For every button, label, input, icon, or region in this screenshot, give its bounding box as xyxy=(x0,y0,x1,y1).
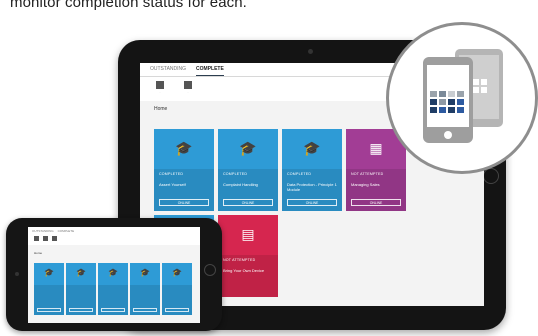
document-icon: ▤ xyxy=(241,226,255,242)
card-title: Bring Your Own Device xyxy=(223,268,265,273)
phone-screen: OUTSTANDING COMPLETE Home 🎓 🎓 🎓 🎓 🎓 xyxy=(28,227,200,323)
phone-toolbar xyxy=(28,235,200,245)
online-button[interactable] xyxy=(69,308,93,312)
course-card[interactable]: 🎓 xyxy=(66,263,96,315)
phone-course-row: 🎓 🎓 🎓 🎓 🎓 xyxy=(34,263,192,315)
course-card[interactable]: 🎓 COMPLETED Data Protection - Principle … xyxy=(282,129,342,211)
tab-outstanding[interactable]: OUTSTANDING xyxy=(150,66,186,76)
online-button[interactable]: ONLINE xyxy=(223,199,273,206)
online-button[interactable] xyxy=(101,308,125,312)
card-status: NOT ATTEMPTED xyxy=(351,172,384,176)
calendar-icon: ▦ xyxy=(369,140,383,156)
card-status: COMPLETED xyxy=(223,172,248,176)
course-card[interactable]: 🎓 xyxy=(162,263,192,315)
online-button[interactable]: ONLINE xyxy=(159,199,209,206)
graduation-cap-icon: 🎓 xyxy=(175,140,193,156)
devices-icon xyxy=(423,49,503,143)
course-card[interactable]: 🎓 COMPLETED Complaint Handling ONLINE xyxy=(218,129,278,211)
phone-breadcrumb: Home xyxy=(34,251,43,255)
graduation-cap-icon: 🎓 xyxy=(140,268,150,277)
graduation-cap-icon: 🎓 xyxy=(239,140,257,156)
graduation-cap-icon: 🎓 xyxy=(76,268,86,277)
toolbar-button[interactable] xyxy=(34,236,39,241)
multi-device-icon xyxy=(386,22,538,174)
card-title: Data Protection - Principle 1 Module xyxy=(287,182,337,192)
toolbar-button-1[interactable]: · xyxy=(152,81,168,101)
graduation-cap-icon: 🎓 xyxy=(172,268,182,277)
course-card[interactable]: 🎓 xyxy=(98,263,128,315)
online-button[interactable]: ONLINE xyxy=(287,199,337,206)
tab-complete[interactable]: COMPLETE xyxy=(196,66,224,76)
card-title: Complaint Handling xyxy=(223,182,258,187)
card-status: COMPLETED xyxy=(287,172,312,176)
caption-text: monitor completion status for each. xyxy=(10,0,247,11)
phone-camera xyxy=(15,272,19,276)
online-button[interactable] xyxy=(133,308,157,312)
graduation-cap-icon: 🎓 xyxy=(108,268,118,277)
phone-tab-bar: OUTSTANDING COMPLETE xyxy=(28,227,200,235)
phone-device: OUTSTANDING COMPLETE Home 🎓 🎓 🎓 🎓 🎓 xyxy=(6,218,222,331)
card-title: Assert Yourself xyxy=(159,182,186,187)
graduation-cap-icon: 🎓 xyxy=(303,140,321,156)
online-button[interactable] xyxy=(165,308,189,312)
course-card[interactable]: 🎓 COMPLETED Assert Yourself ONLINE xyxy=(154,129,214,211)
tablet-camera xyxy=(308,49,313,54)
toolbar-button-2[interactable]: · xyxy=(180,81,196,101)
card-status: COMPLETED xyxy=(159,172,184,176)
course-card[interactable]: 🎓 xyxy=(34,263,64,315)
phone-home-button xyxy=(204,264,216,276)
course-card[interactable]: 🎓 xyxy=(130,263,160,315)
tab-complete[interactable]: COMPLETE xyxy=(58,229,75,235)
toolbar-button[interactable] xyxy=(43,236,48,241)
card-status: NOT ATTEMPTED xyxy=(223,258,256,262)
toolbar-button[interactable] xyxy=(52,236,57,241)
online-button[interactable] xyxy=(37,308,61,312)
graduation-cap-icon: 🎓 xyxy=(44,268,54,277)
course-card[interactable]: ▤ NOT ATTEMPTED Bring Your Own Device xyxy=(218,215,278,297)
online-button[interactable]: ONLINE xyxy=(351,199,401,206)
tab-outstanding[interactable]: OUTSTANDING xyxy=(32,229,54,235)
card-title: Managing Sales xyxy=(351,182,380,187)
